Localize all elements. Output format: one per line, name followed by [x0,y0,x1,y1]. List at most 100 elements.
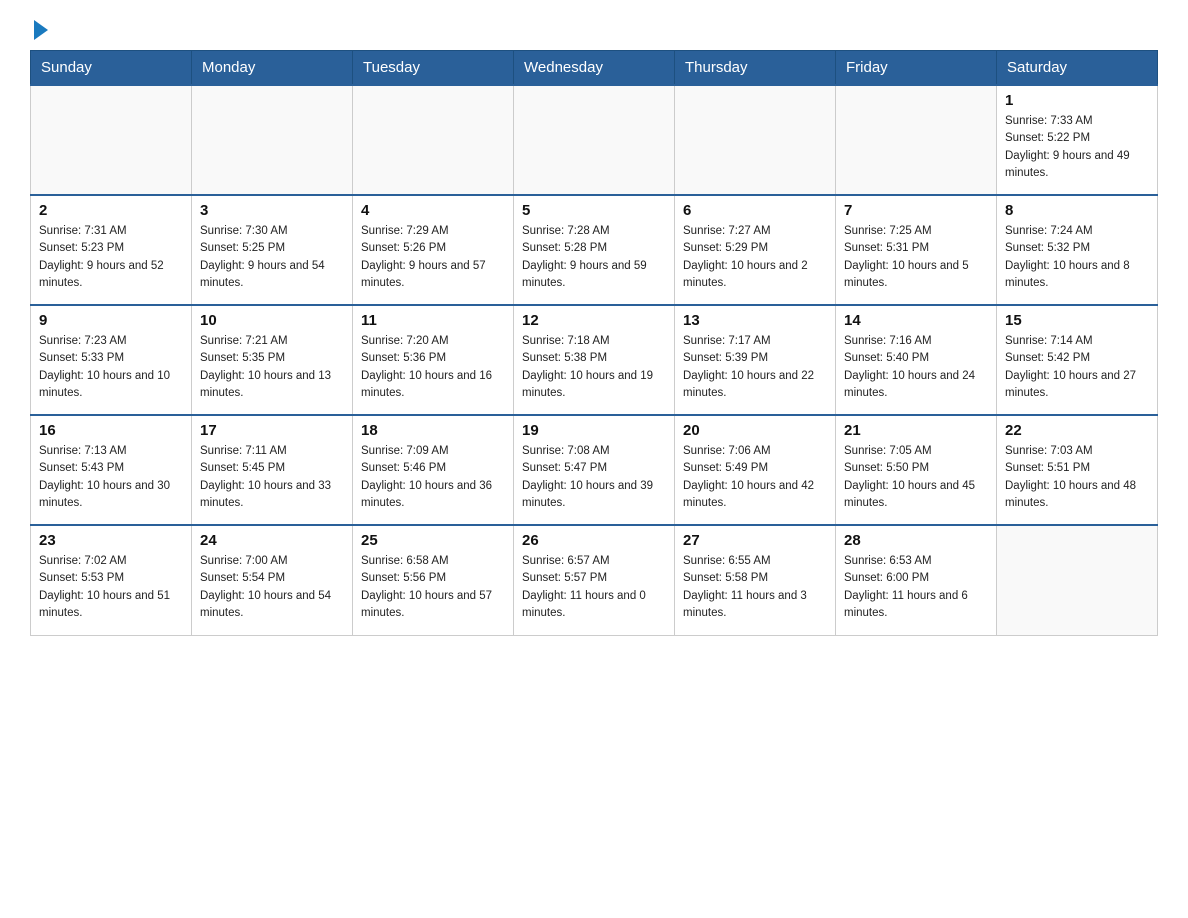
calendar-table: SundayMondayTuesdayWednesdayThursdayFrid… [30,50,1158,636]
day-number: 21 [844,422,988,439]
calendar-cell [192,85,353,195]
day-info: Sunrise: 7:25 AMSunset: 5:31 PMDaylight:… [844,223,988,292]
day-number: 27 [683,532,827,549]
day-number: 5 [522,202,666,219]
day-info: Sunrise: 7:27 AMSunset: 5:29 PMDaylight:… [683,223,827,292]
calendar-cell: 19 Sunrise: 7:08 AMSunset: 5:47 PMDayligh… [514,415,675,525]
day-number: 16 [39,422,183,439]
calendar-cell: 18 Sunrise: 7:09 AMSunset: 5:46 PMDayligh… [353,415,514,525]
day-number: 25 [361,532,505,549]
day-info: Sunrise: 7:17 AMSunset: 5:39 PMDaylight:… [683,333,827,402]
calendar-header-thursday: Thursday [675,51,836,86]
day-info: Sunrise: 7:13 AMSunset: 5:43 PMDaylight:… [39,443,183,512]
calendar-cell: 23 Sunrise: 7:02 AMSunset: 5:53 PMDayligh… [31,525,192,635]
day-number: 14 [844,312,988,329]
day-info: Sunrise: 7:14 AMSunset: 5:42 PMDaylight:… [1005,333,1149,402]
calendar-cell [836,85,997,195]
calendar-cell: 15 Sunrise: 7:14 AMSunset: 5:42 PMDayligh… [997,305,1158,415]
calendar-cell: 9Sunrise: 7:23 AMSunset: 5:33 PMDaylight… [31,305,192,415]
day-number: 4 [361,202,505,219]
day-number: 18 [361,422,505,439]
day-info: Sunrise: 7:16 AMSunset: 5:40 PMDaylight:… [844,333,988,402]
day-number: 19 [522,422,666,439]
day-info: Sunrise: 7:11 AMSunset: 5:45 PMDaylight:… [200,443,344,512]
day-info: Sunrise: 7:00 AMSunset: 5:54 PMDaylight:… [200,553,344,622]
calendar-cell: 28 Sunrise: 6:53 AMSunset: 6:00 PMDayligh… [836,525,997,635]
calendar-cell: 20 Sunrise: 7:06 AMSunset: 5:49 PMDayligh… [675,415,836,525]
day-info: Sunrise: 7:05 AMSunset: 5:50 PMDaylight:… [844,443,988,512]
day-number: 1 [1005,92,1149,109]
day-number: 24 [200,532,344,549]
calendar-header-monday: Monday [192,51,353,86]
day-number: 26 [522,532,666,549]
day-info: Sunrise: 7:02 AMSunset: 5:53 PMDaylight:… [39,553,183,622]
calendar-cell: 12 Sunrise: 7:18 AMSunset: 5:38 PMDayligh… [514,305,675,415]
day-number: 28 [844,532,988,549]
calendar-cell [997,525,1158,635]
day-info: Sunrise: 7:33 AMSunset: 5:22 PMDaylight:… [1005,113,1149,182]
day-info: Sunrise: 6:57 AMSunset: 5:57 PMDaylight:… [522,553,666,622]
day-number: 3 [200,202,344,219]
day-info: Sunrise: 7:20 AMSunset: 5:36 PMDaylight:… [361,333,505,402]
calendar-cell: 3 Sunrise: 7:30 AMSunset: 5:25 PMDaylight… [192,195,353,305]
day-number: 15 [1005,312,1149,329]
day-info: Sunrise: 6:53 AMSunset: 6:00 PMDaylight:… [844,553,988,622]
calendar-header-friday: Friday [836,51,997,86]
day-number: 7 [844,202,988,219]
logo-arrow-icon [34,20,48,40]
day-info: Sunrise: 7:08 AMSunset: 5:47 PMDaylight:… [522,443,666,512]
calendar-cell: 8 Sunrise: 7:24 AMSunset: 5:32 PMDaylight… [997,195,1158,305]
day-number: 13 [683,312,827,329]
calendar-cell: 6 Sunrise: 7:27 AMSunset: 5:29 PMDaylight… [675,195,836,305]
calendar-cell: 26 Sunrise: 6:57 AMSunset: 5:57 PMDayligh… [514,525,675,635]
calendar-cell: 21 Sunrise: 7:05 AMSunset: 5:50 PMDayligh… [836,415,997,525]
day-number: 2 [39,202,183,219]
calendar-cell: 14 Sunrise: 7:16 AMSunset: 5:40 PMDayligh… [836,305,997,415]
calendar-cell: 24 Sunrise: 7:00 AMSunset: 5:54 PMDayligh… [192,525,353,635]
day-number: 20 [683,422,827,439]
calendar-header-row: SundayMondayTuesdayWednesdayThursdayFrid… [31,51,1158,86]
calendar-cell: 10Sunrise: 7:21 AMSunset: 5:35 PMDayligh… [192,305,353,415]
calendar-cell: 22 Sunrise: 7:03 AMSunset: 5:51 PMDayligh… [997,415,1158,525]
calendar-cell: 4 Sunrise: 7:29 AMSunset: 5:26 PMDaylight… [353,195,514,305]
page-header [30,20,1158,40]
day-number: 6 [683,202,827,219]
day-number: 23 [39,532,183,549]
day-number: 11 [361,312,505,329]
day-info: Sunrise: 7:09 AMSunset: 5:46 PMDaylight:… [361,443,505,512]
calendar-header-tuesday: Tuesday [353,51,514,86]
calendar-cell [31,85,192,195]
day-number: 12 [522,312,666,329]
day-info: Sunrise: 7:28 AMSunset: 5:28 PMDaylight:… [522,223,666,292]
day-info: Sunrise: 7:24 AMSunset: 5:32 PMDaylight:… [1005,223,1149,292]
calendar-cell: 5 Sunrise: 7:28 AMSunset: 5:28 PMDaylight… [514,195,675,305]
day-number: 10 [200,312,344,329]
day-info: Sunrise: 7:23 AMSunset: 5:33 PMDaylight:… [39,333,183,402]
calendar-cell [353,85,514,195]
calendar-cell [675,85,836,195]
day-info: Sunrise: 6:55 AMSunset: 5:58 PMDaylight:… [683,553,827,622]
calendar-header-wednesday: Wednesday [514,51,675,86]
day-info: Sunrise: 6:58 AMSunset: 5:56 PMDaylight:… [361,553,505,622]
day-info: Sunrise: 7:29 AMSunset: 5:26 PMDaylight:… [361,223,505,292]
calendar-cell: 13 Sunrise: 7:17 AMSunset: 5:39 PMDayligh… [675,305,836,415]
calendar-cell [514,85,675,195]
day-info: Sunrise: 7:18 AMSunset: 5:38 PMDaylight:… [522,333,666,402]
calendar-header-sunday: Sunday [31,51,192,86]
day-number: 8 [1005,202,1149,219]
calendar-cell: 2 Sunrise: 7:31 AMSunset: 5:23 PMDaylight… [31,195,192,305]
calendar-cell: 27 Sunrise: 6:55 AMSunset: 5:58 PMDayligh… [675,525,836,635]
calendar-header-saturday: Saturday [997,51,1158,86]
calendar-cell: 16 Sunrise: 7:13 AMSunset: 5:43 PMDayligh… [31,415,192,525]
logo [30,20,48,40]
day-info: Sunrise: 7:06 AMSunset: 5:49 PMDaylight:… [683,443,827,512]
day-info: Sunrise: 7:03 AMSunset: 5:51 PMDaylight:… [1005,443,1149,512]
day-number: 22 [1005,422,1149,439]
day-number: 17 [200,422,344,439]
day-info: Sunrise: 7:31 AMSunset: 5:23 PMDaylight:… [39,223,183,292]
day-info: Sunrise: 7:30 AMSunset: 5:25 PMDaylight:… [200,223,344,292]
calendar-cell: 25 Sunrise: 6:58 AMSunset: 5:56 PMDayligh… [353,525,514,635]
calendar-cell: 1 Sunrise: 7:33 AMSunset: 5:22 PMDaylight… [997,85,1158,195]
calendar-cell: 17 Sunrise: 7:11 AMSunset: 5:45 PMDayligh… [192,415,353,525]
calendar-cell: 11 Sunrise: 7:20 AMSunset: 5:36 PMDayligh… [353,305,514,415]
